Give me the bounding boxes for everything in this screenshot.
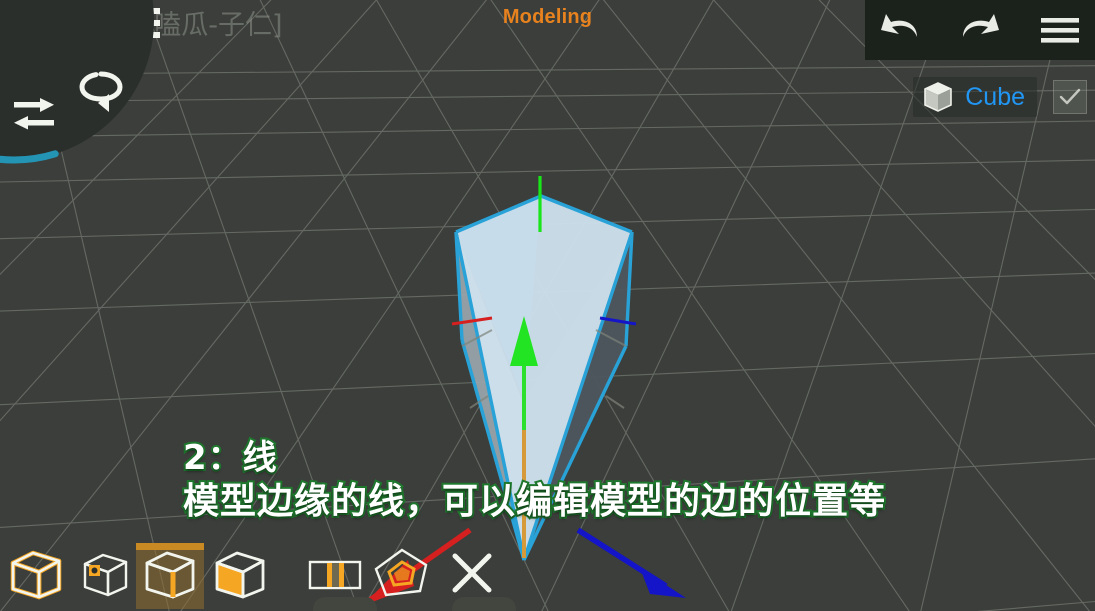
polygon-shrink-icon[interactable]: [370, 545, 434, 601]
bottom-widget-right[interactable]: [452, 597, 516, 611]
object-mode-button[interactable]: [2, 543, 70, 609]
rotate-icon[interactable]: [78, 68, 124, 116]
bottom-widget-left[interactable]: [313, 597, 377, 611]
undo-button[interactable]: [873, 10, 927, 50]
object-name-label: Cube: [965, 82, 1025, 111]
list-item[interactable]: Cube: [913, 77, 1037, 117]
face-mode-button[interactable]: [206, 543, 274, 609]
bottom-toolbar: [0, 539, 1095, 611]
cube-vertex-icon: [83, 553, 128, 597]
watermark-channel: [嗑瓜-子仁]: [143, 9, 283, 41]
close-tool-button[interactable]: [444, 549, 500, 597]
vertex-mode-button[interactable]: [72, 543, 140, 609]
menu-button[interactable]: [1033, 10, 1087, 50]
segments-tool-button[interactable]: [305, 553, 367, 597]
cube-icon: [924, 82, 953, 112]
undo-icon: [881, 14, 917, 37]
object-visibility-checkbox[interactable]: [1053, 80, 1087, 114]
edge-mode-button[interactable]: [136, 543, 204, 609]
close-x-icon: [452, 553, 492, 593]
redo-icon: [963, 14, 999, 37]
top-bar-actions: [865, 0, 1095, 60]
cube-edge-icon: [145, 551, 195, 599]
checkmark-icon: [1059, 88, 1081, 105]
move-arrows-icon[interactable]: [10, 96, 58, 136]
cube-object-icon: [10, 550, 62, 600]
app-root: Modeling bilibili [嗑瓜-子仁]: [0, 0, 1095, 611]
object-list: Cube: [913, 76, 1087, 118]
redo-button[interactable]: [953, 10, 1007, 50]
segments-icon: [308, 560, 362, 590]
menu-icon: [1041, 18, 1079, 43]
cube-face-icon: [215, 551, 265, 599]
